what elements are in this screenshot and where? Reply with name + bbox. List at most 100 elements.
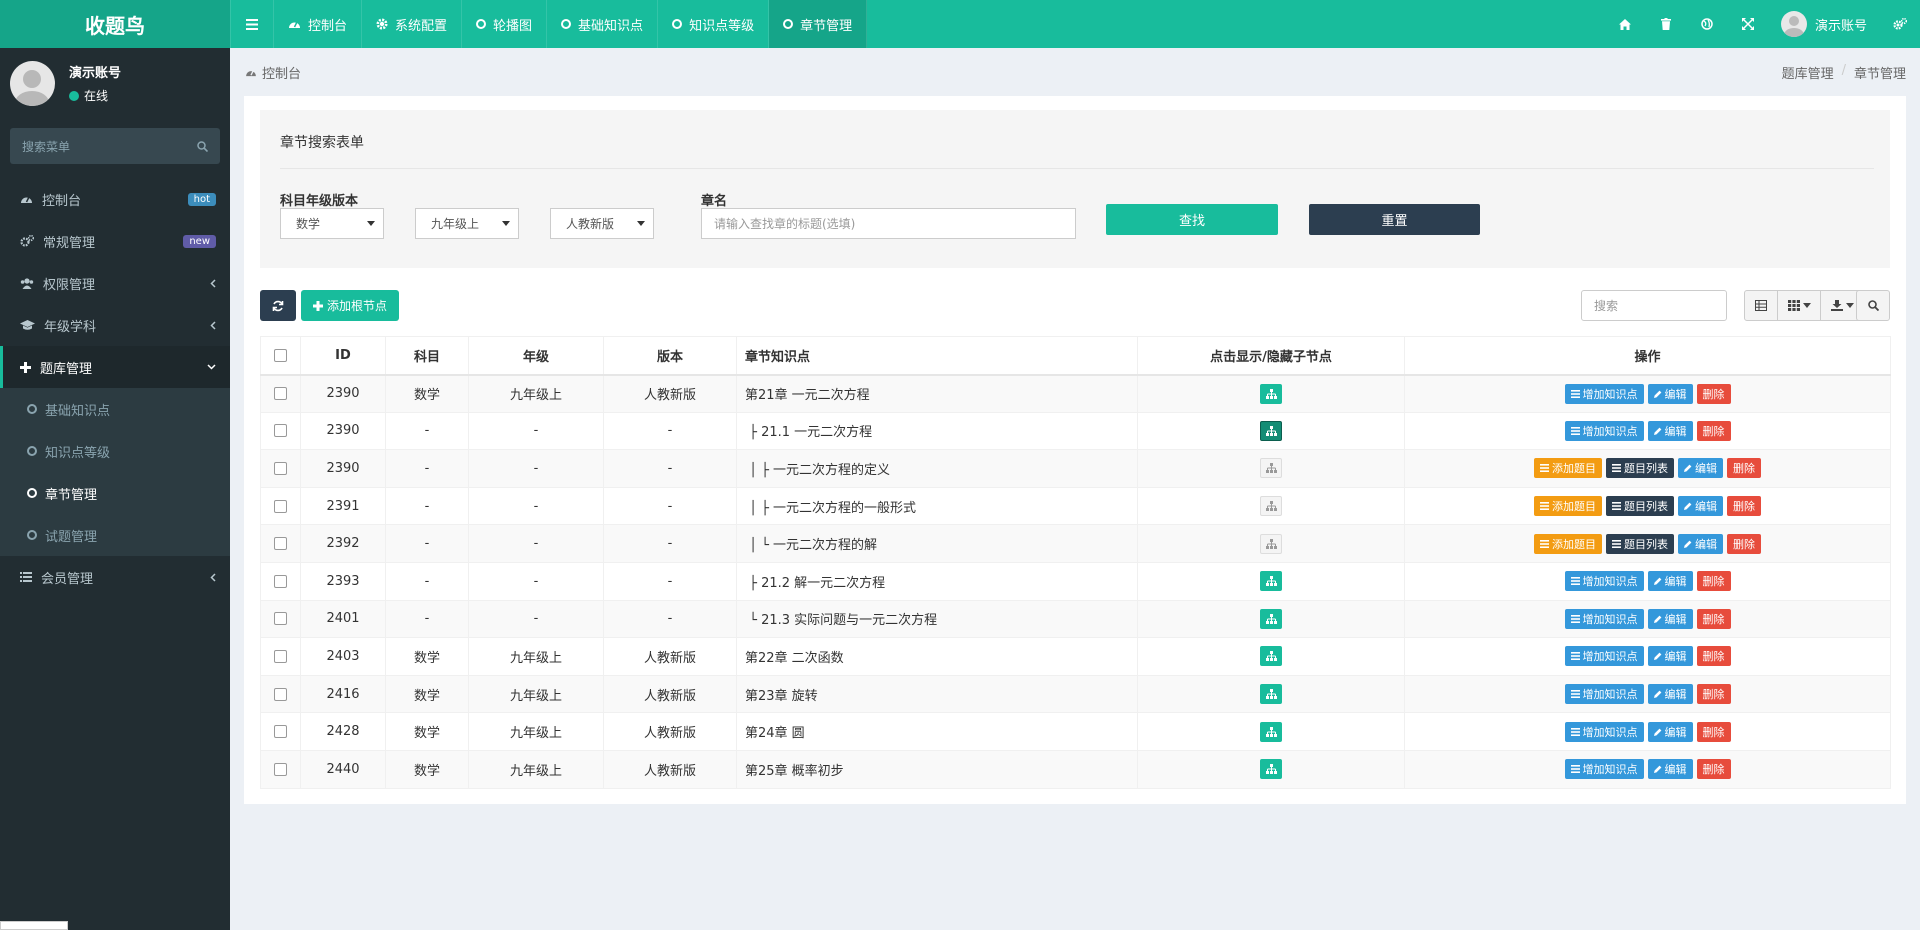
table-row[interactable]: 2440 数学 九年级上 人教新版 第25章 概率初步 增加知识点 编辑 删除 [260,749,1891,789]
table-row[interactable]: 2403 数学 九年级上 人教新版 第22章 二次函数 增加知识点 编辑 删除 [260,637,1891,676]
delete-button[interactable]: 删除 [1696,684,1731,705]
table-row[interactable]: 2416 数学 九年级上 人教新版 第23章 旋转 增加知识点 编辑 删除 [260,674,1891,714]
column-header[interactable]: ID [300,336,386,376]
sidebar-item-members[interactable]: 会员管理 [0,556,230,598]
sidebar-toggle-button[interactable] [230,0,274,48]
row-checkbox[interactable] [274,687,287,701]
question-list-button[interactable]: 题目列表 [1606,496,1674,517]
table-row[interactable]: 2401- - - └ 21.3 实际问题与一元二次方程 增加知识点 编辑 删除 [260,599,1891,639]
fullscreen-button[interactable] [1728,0,1769,48]
settings-button[interactable] [1879,0,1920,48]
table-search-input[interactable]: 搜索 [1581,290,1727,321]
sidebar-item-permissions[interactable]: 权限管理 [0,262,230,304]
column-header[interactable]: 版本 [603,336,737,376]
grade-select[interactable]: 九年级上 [415,208,519,239]
edit-button[interactable]: 编辑 [1647,608,1693,629]
toggle-children-button[interactable] [1260,496,1282,517]
toggle-children-button[interactable] [1260,458,1282,479]
toggle-children-button[interactable] [1260,608,1282,629]
toggle-children-button[interactable] [1260,533,1282,554]
subject-select[interactable]: 数学 [280,208,384,239]
add-root-node-button[interactable]: 添加根节点 [301,290,399,321]
tab-basic-knowledge[interactable]: 基础知识点 [547,0,659,48]
edit-button[interactable]: 编辑 [1647,420,1693,441]
edit-button[interactable]: 编辑 [1678,496,1723,517]
tab-carousel[interactable]: 轮播图 [462,0,548,48]
table-row[interactable]: 2390- - - ├ 21.1 一元二次方程 增加知识点 编辑 删除 [260,411,1891,451]
row-checkbox[interactable] [274,612,287,626]
row-checkbox[interactable] [274,499,287,513]
toggle-children-button[interactable] [1260,759,1282,780]
delete-button[interactable]: 删除 [1696,571,1731,592]
toggle-children-button[interactable] [1260,646,1282,667]
edit-button[interactable]: 编辑 [1647,721,1693,742]
add-knowledge-point-button[interactable]: 增加知识点 [1564,420,1644,441]
row-checkbox[interactable] [274,725,287,739]
search-icon[interactable] [197,140,208,152]
sidebar-item-general[interactable]: 常规管理 new [0,220,230,262]
tab-chapter-management[interactable]: 章节管理 [769,0,868,48]
language-button[interactable] [1687,0,1728,48]
delete-button[interactable]: 删除 [1727,458,1761,479]
delete-button[interactable]: 删除 [1696,646,1731,667]
tab-dashboard[interactable]: 控制台 [274,0,363,48]
sidebar-search-input[interactable]: 搜索菜单 [10,128,220,164]
delete-button[interactable]: 删除 [1696,420,1731,441]
edit-button[interactable]: 编辑 [1647,383,1693,404]
edit-button[interactable]: 编辑 [1647,571,1693,592]
row-checkbox[interactable] [274,461,287,475]
delete-button[interactable]: 删除 [1696,383,1731,404]
add-knowledge-point-button[interactable]: 增加知识点 [1564,383,1644,404]
sidebar-item-grade-subject[interactable]: 年级学科 [0,304,230,346]
column-header[interactable]: 科目 [385,336,469,376]
column-header[interactable]: 操作 [1404,336,1891,376]
table-row[interactable]: 2390- - - │ ├ 一元二次方程的定义 添加题目 题目列表 编辑 删除 [260,449,1891,488]
add-knowledge-point-button[interactable]: 增加知识点 [1564,759,1644,780]
delete-button[interactable]: 删除 [1696,608,1731,629]
toggle-children-button[interactable] [1260,721,1282,742]
toggle-children-button[interactable] [1260,571,1282,592]
column-header[interactable]: 章节知识点 [736,336,1138,376]
table-row[interactable]: 2390 数学 九年级上 人教新版 第21章 一元二次方程 增加知识点 编辑 删除 [260,374,1891,413]
edit-button[interactable]: 编辑 [1678,533,1723,554]
reset-button[interactable]: 重置 [1309,204,1480,235]
edit-button[interactable]: 编辑 [1647,646,1693,667]
chapter-search-input[interactable]: 请输入查找章的标题(选填) [701,208,1076,239]
delete-button[interactable]: 删除 [1696,759,1731,780]
clear-cache-button[interactable] [1646,0,1687,48]
sidebar-item-dashboard[interactable]: 控制台 hot [0,178,230,220]
row-checkbox[interactable] [274,537,287,551]
edition-select[interactable]: 人教新版 [550,208,654,239]
breadcrumb-item[interactable]: 题库管理 [1782,63,1834,82]
app-logo[interactable]: 收题鸟 [0,0,230,48]
columns-toggle-button[interactable] [1777,290,1821,321]
add-knowledge-point-button[interactable]: 增加知识点 [1564,646,1644,667]
edit-button[interactable]: 编辑 [1647,684,1693,705]
tab-system-config[interactable]: 系统配置 [362,0,463,48]
advanced-search-button[interactable] [1856,290,1890,321]
row-checkbox[interactable] [274,762,287,776]
table-row[interactable]: 2391- - - │ ├ 一元二次方程的一般形式 添加题目 题目列表 编辑 删除 [260,486,1891,526]
add-question-button[interactable]: 添加题目 [1534,496,1602,517]
question-list-button[interactable]: 题目列表 [1606,533,1674,554]
find-button[interactable]: 查找 [1106,204,1278,235]
toggle-children-button[interactable] [1260,420,1282,441]
tab-knowledge-level[interactable]: 知识点等级 [658,0,770,48]
column-header[interactable]: 年级 [468,336,604,376]
toggle-children-button[interactable] [1260,383,1282,404]
add-knowledge-point-button[interactable]: 增加知识点 [1564,571,1644,592]
delete-button[interactable]: 删除 [1727,496,1761,517]
table-row[interactable]: 2393- - - ├ 21.2 解一元二次方程 增加知识点 编辑 删除 [260,561,1891,601]
sidebar-subitem-chapter-management[interactable]: 章节管理 [0,472,230,514]
delete-button[interactable]: 删除 [1727,533,1761,554]
row-checkbox[interactable] [274,574,287,588]
add-question-button[interactable]: 添加题目 [1534,458,1602,479]
table-row[interactable]: 2428 数学 九年级上 人教新版 第24章 圆 增加知识点 编辑 删除 [260,712,1891,751]
breadcrumb-item[interactable]: 章节管理 [1854,63,1906,82]
sidebar-item-question-bank[interactable]: 题库管理 [0,346,230,388]
question-list-button[interactable]: 题目列表 [1606,458,1674,479]
add-question-button[interactable]: 添加题目 [1534,533,1602,554]
add-knowledge-point-button[interactable]: 增加知识点 [1564,608,1644,629]
edit-button[interactable]: 编辑 [1647,759,1693,780]
add-knowledge-point-button[interactable]: 增加知识点 [1564,721,1644,742]
